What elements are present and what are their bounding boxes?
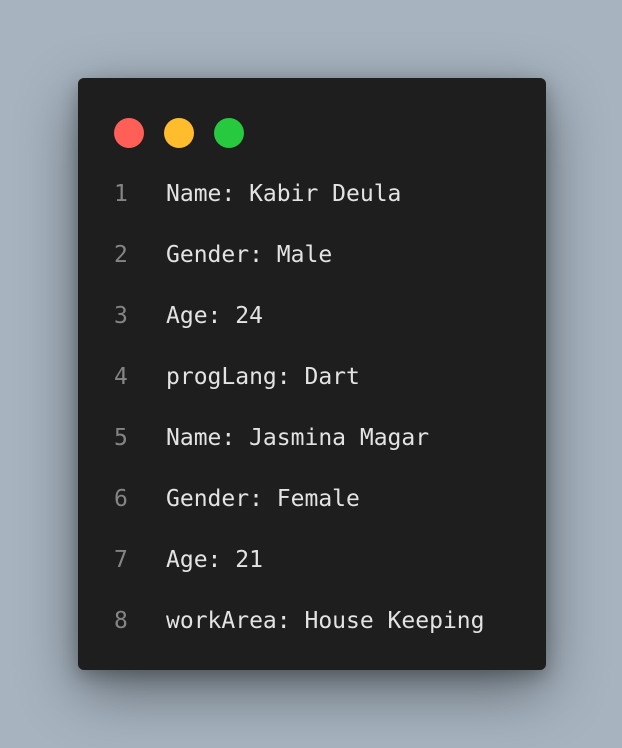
window-controls [114,118,244,148]
line-text: Age: 24 [166,303,263,329]
line-number: 5 [114,425,128,451]
line-text: Age: 21 [166,547,263,573]
close-dot-icon[interactable] [114,118,144,148]
line-text: progLang: Dart [166,364,360,390]
code-line: 5 Name: Jasmina Magar [78,424,546,485]
line-text: Name: Jasmina Magar [166,425,430,451]
code-line: 1 Name: Kabir Deula [78,180,546,241]
line-text: Gender: Male [166,242,333,268]
code-line: 7 Age: 21 [78,546,546,607]
maximize-dot-icon[interactable] [214,118,244,148]
line-text: Gender: Female [166,486,360,512]
code-line: 4 progLang: Dart [78,363,546,424]
code-line: 6 Gender: Female [78,485,546,546]
line-number: 2 [114,242,128,268]
code-line: 2 Gender: Male [78,241,546,302]
line-text: Name: Kabir Deula [166,181,402,207]
code-line: 8 workArea: House Keeping [78,607,546,668]
code-lines: 1 Name: Kabir Deula 2 Gender: Male 3 Age… [78,180,546,668]
minimize-dot-icon[interactable] [164,118,194,148]
line-number: 1 [114,181,128,207]
code-window: 1 Name: Kabir Deula 2 Gender: Male 3 Age… [78,78,546,670]
line-number: 4 [114,364,128,390]
line-number: 3 [114,303,128,329]
line-text: workArea: House Keeping [166,608,485,634]
code-line: 3 Age: 24 [78,302,546,363]
line-number: 6 [114,486,128,512]
line-number: 8 [114,608,128,634]
line-number: 7 [114,547,128,573]
